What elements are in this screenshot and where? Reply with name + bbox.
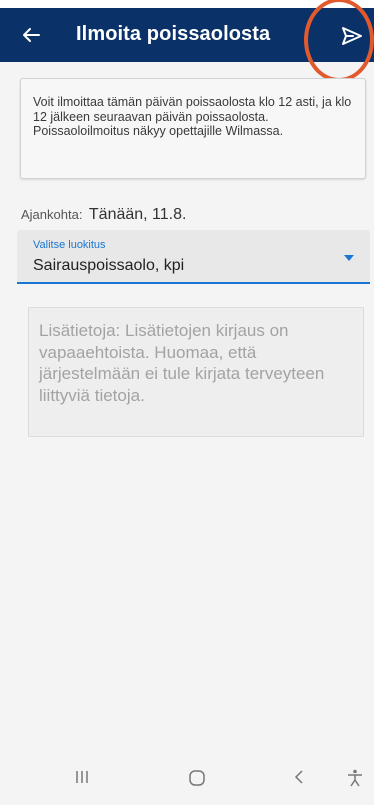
- status-bar: [0, 0, 374, 8]
- notes-placeholder: Lisätietoja: Lisätietojen kirjaus on vap…: [39, 321, 325, 405]
- info-card: Voit ilmoittaa tämän päivän poissaolosta…: [20, 78, 366, 179]
- home-button[interactable]: [188, 769, 206, 787]
- system-nav-bar: [0, 757, 374, 805]
- info-text: Voit ilmoittaa tämän päivän poissaolosta…: [33, 95, 352, 138]
- home-icon: [189, 770, 205, 786]
- recents-icon: [76, 771, 88, 783]
- select-caption: Valitse luokitus: [33, 239, 106, 251]
- notes-textarea[interactable]: Lisätietoja: Lisätietojen kirjaus on vap…: [28, 307, 364, 437]
- send-button[interactable]: [338, 23, 366, 49]
- dropdown-arrow-icon: [344, 255, 354, 261]
- nav-back-button[interactable]: [292, 769, 306, 785]
- accessibility-button[interactable]: [347, 769, 363, 787]
- back-chevron-icon: [294, 770, 303, 784]
- date-label: Ajankohta:: [21, 207, 83, 222]
- arrow-left-icon: [23, 28, 40, 42]
- classification-select[interactable]: Valitse luokitus Sairauspoissaolo, kpi: [17, 230, 370, 284]
- app-bar: Ilmoita poissaolosta: [0, 8, 374, 62]
- page-title: Ilmoita poissaolosta: [76, 23, 271, 45]
- send-icon: [342, 27, 362, 45]
- recents-button[interactable]: [74, 769, 90, 785]
- accessibility-icon: [348, 769, 362, 787]
- date-row: Ajankohta: Tänään, 11.8.: [21, 206, 186, 224]
- back-button[interactable]: [16, 22, 46, 48]
- select-value: Sairauspoissaolo, kpi: [33, 257, 185, 274]
- date-value: Tänään, 11.8.: [88, 206, 187, 223]
